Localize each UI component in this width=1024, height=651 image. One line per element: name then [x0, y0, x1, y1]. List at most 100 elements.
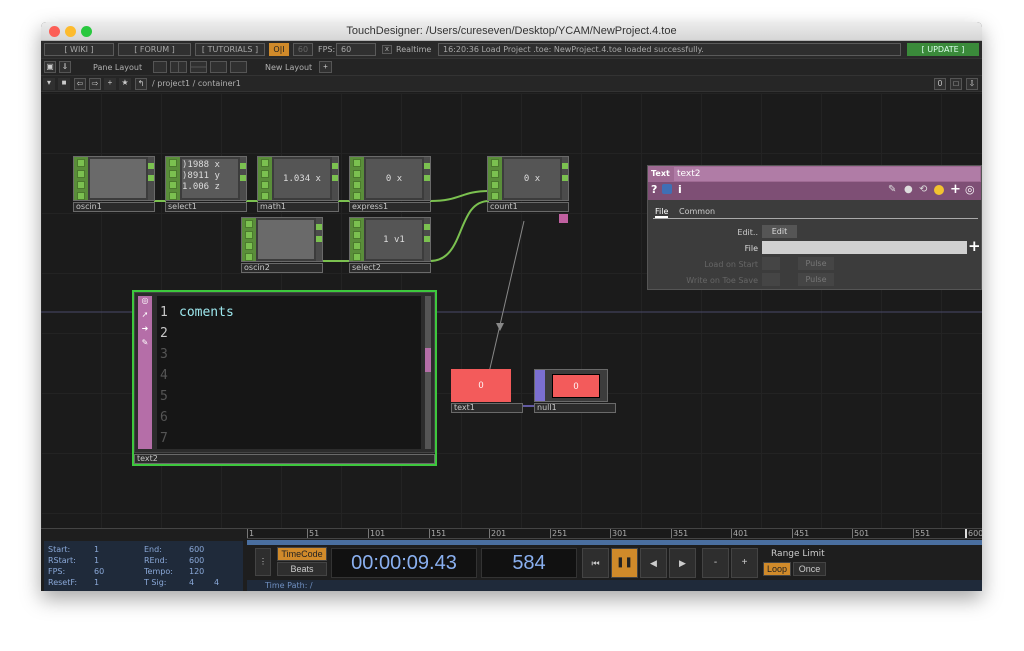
count1-node[interactable]: 0 x count1: [487, 156, 569, 223]
split-pane-icon[interactable]: ⇩: [966, 78, 978, 90]
comment-icon[interactable]: ●: [904, 184, 913, 195]
file-field[interactable]: [762, 241, 967, 254]
node-flag-icon[interactable]: ➚: [138, 310, 152, 324]
add-icon[interactable]: +: [104, 78, 116, 90]
layout-single-icon[interactable]: [153, 61, 167, 73]
layout-split-horizontal-icon[interactable]: [190, 61, 207, 73]
text1-node[interactable]: 0 text1: [451, 369, 523, 414]
timeline-ruler[interactable]: 1 51 101 151 201 251 301 351 401 451 501…: [247, 529, 982, 539]
tab-file[interactable]: File: [655, 207, 669, 218]
network-path[interactable]: / project1 / container1: [152, 77, 241, 90]
end-value[interactable]: 600: [189, 545, 204, 554]
fps-value[interactable]: 60: [94, 567, 104, 576]
start-value[interactable]: 1: [94, 545, 99, 554]
express1-node[interactable]: 0 x express1: [349, 156, 431, 213]
rewind-button[interactable]: ⏮: [582, 548, 609, 578]
layout-three-icon[interactable]: [210, 61, 227, 73]
node-flag-icon[interactable]: ➜: [138, 324, 152, 338]
cook-rate-button[interactable]: 60: [293, 43, 313, 56]
stop-icon[interactable]: ■: [58, 78, 70, 90]
step-forward-button[interactable]: ▶: [669, 548, 696, 578]
fps-field[interactable]: 60: [336, 43, 376, 56]
rstart-value[interactable]: 1: [94, 556, 99, 565]
add-file-icon[interactable]: +: [968, 237, 981, 255]
tsig-denominator[interactable]: 4: [214, 578, 219, 587]
wiki-button[interactable]: [ WIKI ]: [44, 43, 114, 56]
time-path[interactable]: Time Path: /: [265, 581, 313, 590]
null1-node[interactable]: 0 null1: [534, 369, 616, 414]
node-label[interactable]: oscin2: [241, 263, 323, 273]
node-label[interactable]: select2: [349, 263, 431, 273]
node-label[interactable]: text2: [134, 454, 435, 464]
op-name-field[interactable]: text2: [674, 167, 980, 181]
update-button[interactable]: [ UPDATE ]: [907, 43, 979, 56]
node-label[interactable]: text1: [451, 403, 523, 413]
help-script-icon[interactable]: ⟲: [919, 184, 927, 195]
realtime-checkbox[interactable]: x: [382, 45, 392, 54]
load-on-start-toggle[interactable]: [762, 257, 780, 270]
frame-display[interactable]: 584: [481, 548, 577, 578]
target-icon[interactable]: ◎: [965, 183, 975, 196]
loop-button[interactable]: Loop: [763, 562, 791, 576]
timecode-display[interactable]: 00:00:09.43: [331, 548, 477, 578]
menu-icon[interactable]: ▾: [43, 78, 55, 90]
timeline-scrollbar[interactable]: [247, 540, 982, 545]
tab-common[interactable]: Common: [679, 207, 715, 216]
once-button[interactable]: Once: [793, 562, 826, 576]
node-label[interactable]: null1: [534, 403, 616, 413]
layout-quad-icon[interactable]: [230, 61, 247, 73]
pause-button[interactable]: ❚❚: [611, 548, 638, 578]
text-content[interactable]: coments: [179, 302, 234, 323]
layout-split-vertical-icon[interactable]: [170, 61, 187, 73]
forward-icon[interactable]: ⇨: [89, 78, 101, 90]
tutorials-button[interactable]: [ TUTORIALS ]: [195, 43, 265, 56]
anchor-icon[interactable]: ⇓: [59, 61, 71, 73]
python-help-icon[interactable]: [934, 185, 944, 195]
node-label[interactable]: select1: [165, 202, 247, 212]
network-editor[interactable]: oscin1 )1988 x )8911 y 1.006 z select1 1…: [41, 93, 982, 528]
pulse-button[interactable]: Pulse: [798, 273, 834, 286]
node-label[interactable]: math1: [257, 202, 339, 212]
up-level-icon[interactable]: ↰: [135, 78, 147, 90]
select1-node[interactable]: )1988 x )8911 y 1.006 z select1: [165, 156, 247, 213]
tsig-numerator[interactable]: 4: [189, 578, 194, 587]
select2-node[interactable]: 1 v1 select2: [349, 217, 431, 274]
oi-button[interactable]: O|I: [269, 43, 289, 56]
rend-value[interactable]: 600: [189, 556, 204, 565]
zero-button[interactable]: 0: [934, 78, 946, 90]
oscin2-node[interactable]: oscin2: [241, 217, 323, 274]
node-flag-icon[interactable]: ✎: [138, 338, 152, 352]
decrement-button[interactable]: -: [702, 548, 729, 578]
new-layout-button[interactable]: +: [319, 61, 332, 73]
increment-button[interactable]: +: [731, 548, 758, 578]
edit-button[interactable]: Edit: [762, 225, 797, 238]
step-back-button[interactable]: ◀: [640, 548, 667, 578]
timecode-button[interactable]: TimeCode: [277, 547, 327, 561]
resetf-value[interactable]: 1: [94, 578, 99, 587]
oscin1-node[interactable]: oscin1: [73, 156, 155, 213]
back-icon[interactable]: ⇦: [74, 78, 86, 90]
add-parameter-icon[interactable]: +: [950, 182, 961, 197]
node-label[interactable]: express1: [349, 202, 431, 212]
python-icon[interactable]: [662, 184, 672, 194]
pulse-button[interactable]: Pulse: [798, 257, 834, 270]
count1-flag[interactable]: [559, 214, 568, 223]
write-on-toe-save-toggle[interactable]: [762, 273, 780, 286]
tempo-value[interactable]: 120: [189, 567, 204, 576]
node-label[interactable]: oscin1: [73, 202, 155, 212]
math1-node[interactable]: 1.034 x math1: [257, 156, 339, 213]
node-label[interactable]: count1: [487, 202, 569, 212]
maximize-pane-icon[interactable]: □: [950, 78, 962, 90]
scrollbar[interactable]: [425, 296, 431, 449]
edit-pencil-icon[interactable]: ✎: [888, 184, 896, 195]
timeline-menu-icon[interactable]: ⋮: [255, 548, 271, 576]
forum-button[interactable]: [ FORUM ]: [118, 43, 191, 56]
info-icon[interactable]: i: [678, 183, 682, 196]
pane-view-icon[interactable]: ▣: [44, 61, 56, 73]
beats-button[interactable]: Beats: [277, 562, 327, 576]
star-icon[interactable]: ★: [119, 78, 131, 90]
node-flag-icon[interactable]: ◎: [138, 296, 152, 310]
help-icon[interactable]: ?: [651, 183, 657, 196]
text2-node[interactable]: ◎ ➚ ➜ ✎ 1 2 3 4 5 6 7 coments text2: [132, 290, 437, 466]
text-editor[interactable]: 1 2 3 4 5 6 7 coments: [157, 296, 421, 449]
